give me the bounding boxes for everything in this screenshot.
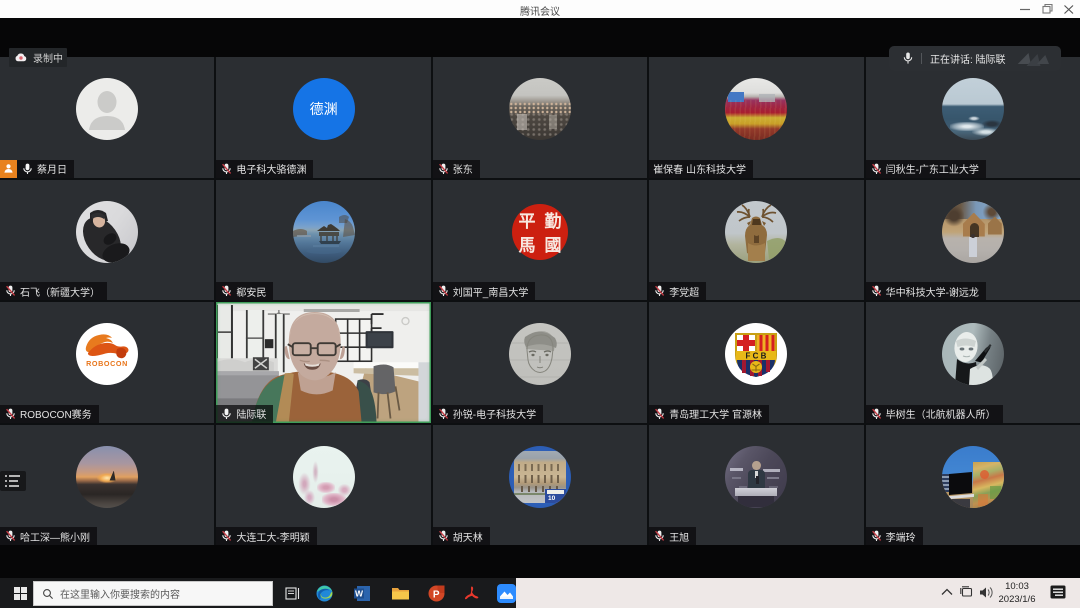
svg-text:國: 國 — [544, 236, 561, 255]
svg-text:P: P — [433, 590, 440, 601]
svg-text:W: W — [355, 589, 364, 599]
svg-text:馬: 馬 — [518, 236, 535, 255]
svg-text:勤: 勤 — [544, 212, 561, 231]
svg-text:F C B: F C B — [746, 352, 767, 361]
svg-text:平: 平 — [518, 212, 535, 231]
svg-text:ROBOCON: ROBOCON — [86, 359, 128, 368]
